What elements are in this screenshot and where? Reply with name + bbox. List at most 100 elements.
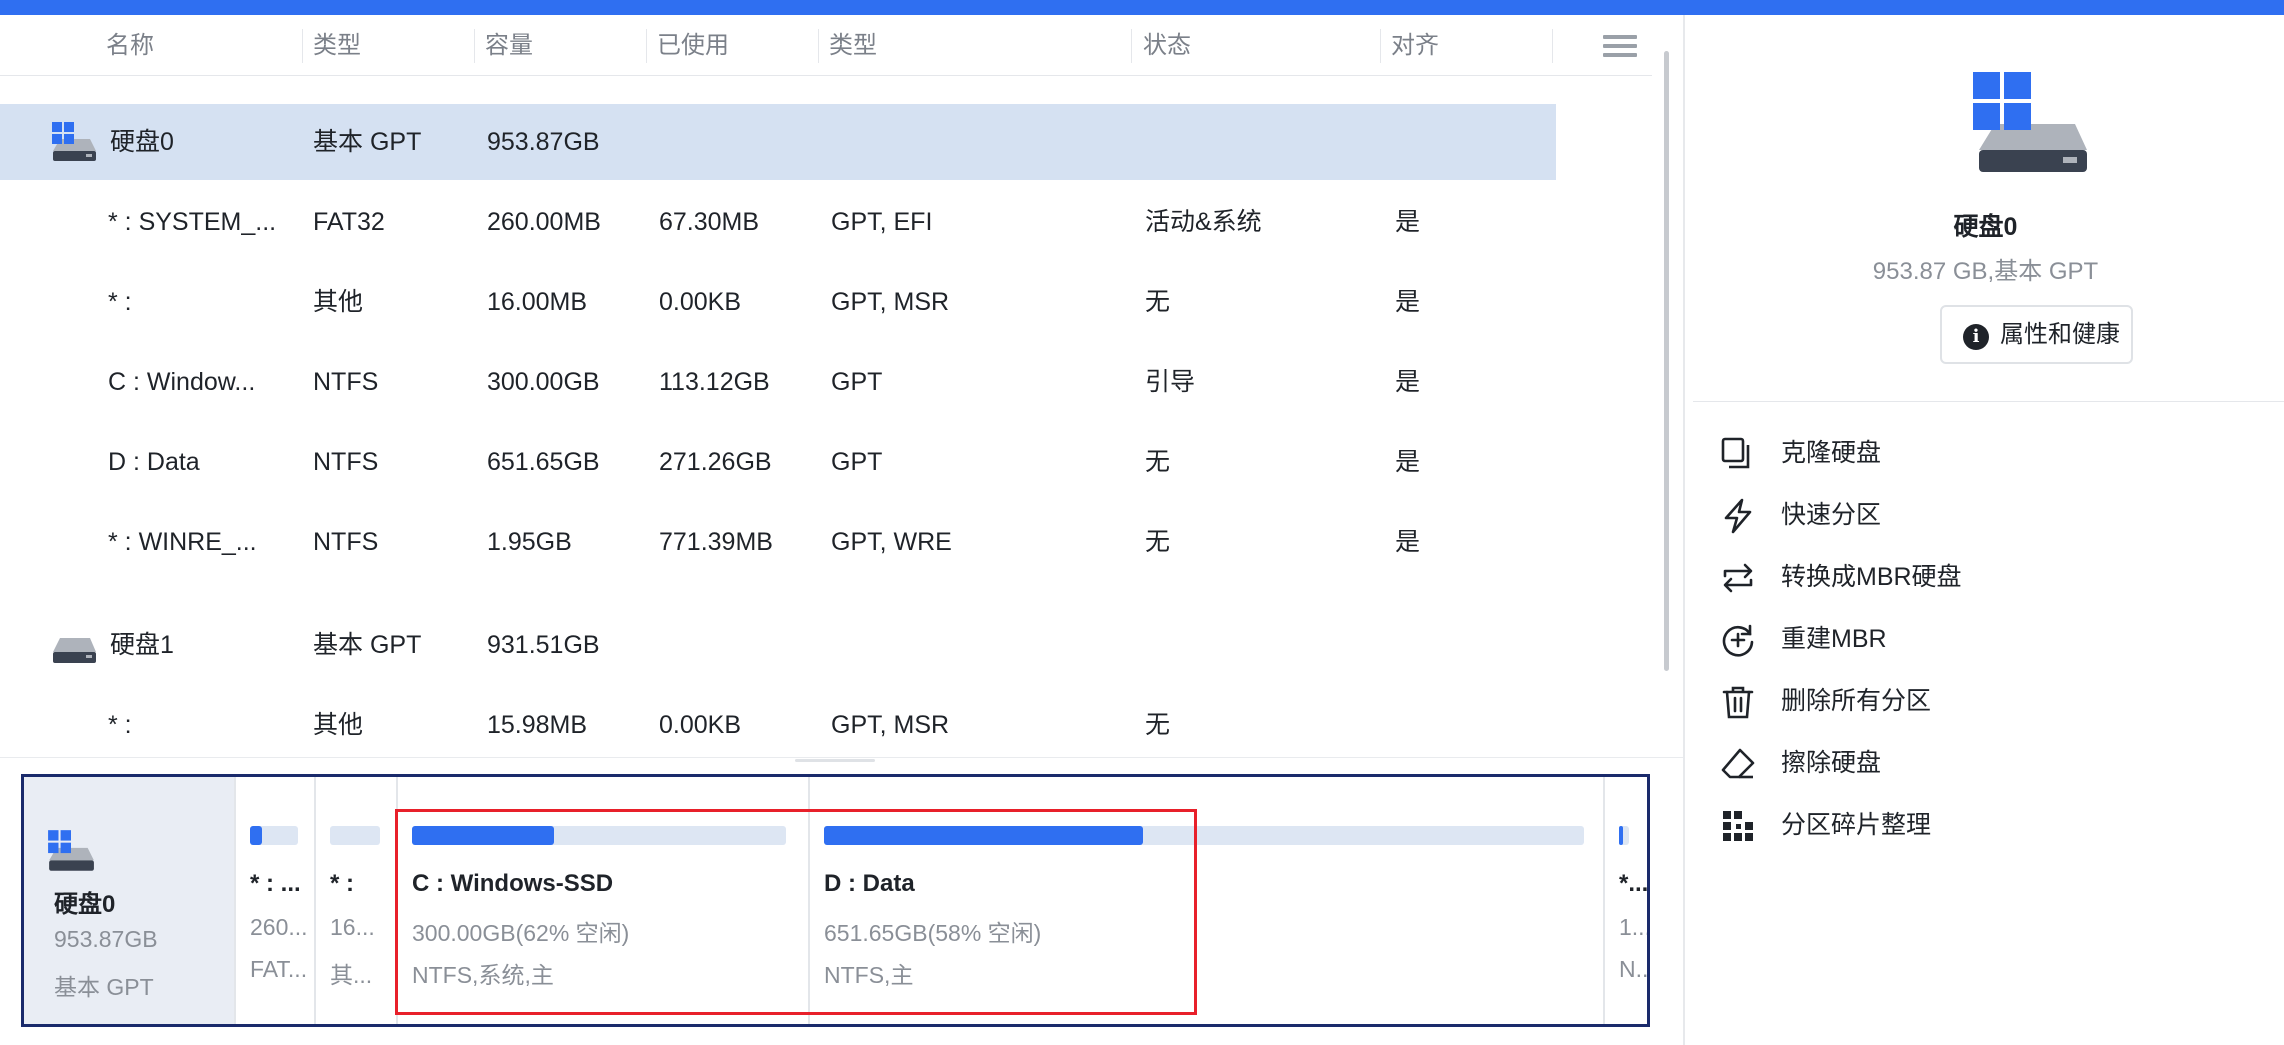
partition-name: D : Data — [824, 870, 915, 897]
row-capacity: 931.51GB — [487, 631, 600, 659]
row-capacity: 16.00MB — [487, 288, 588, 316]
column-header-partition-type[interactable]: 类型 — [829, 15, 877, 76]
column-header-capacity[interactable]: 容量 — [485, 15, 533, 76]
disk-map-disk-type: 基本 GPT — [54, 974, 154, 1000]
column-header-type[interactable]: 类型 — [313, 15, 361, 76]
table-row[interactable]: * : 其他 15.98MB 0.00KB GPT, MSR 无 — [0, 687, 1556, 763]
usage-bar — [330, 826, 380, 845]
row-status: 活动&系统 — [1145, 208, 1262, 236]
action-label: 擦除硬盘 — [1781, 749, 1882, 777]
partition-name: *... — [1619, 870, 1647, 897]
usage-bar — [824, 826, 1584, 845]
info-icon: i — [1963, 324, 1989, 350]
vertical-scrollbar[interactable] — [1664, 51, 1669, 671]
partition-size: 260... — [250, 914, 308, 940]
action-label: 分区碎片整理 — [1781, 811, 1932, 839]
disk-map-partition[interactable]: * : ... 260... FAT... — [234, 777, 314, 1024]
disk-map-partition-c[interactable]: C : Windows-SSD 300.00GB(62% 空闲) NTFS,系统… — [396, 777, 808, 1024]
row-type: 其他 — [313, 711, 364, 739]
disk-map-partition-d[interactable]: D : Data 651.65GB(58% 空闲) NTFS,主 — [808, 777, 1603, 1024]
column-divider[interactable] — [302, 29, 303, 63]
usage-bar-fill — [250, 826, 263, 845]
table-row-disk-1[interactable]: 硬盘1 基本 GPT 931.51GB — [0, 607, 1556, 683]
table-row[interactable]: * : SYSTEM_... FAT32 260.00MB 67.30MB GP… — [0, 184, 1556, 260]
row-used: 67.30MB — [659, 208, 760, 236]
disk-map-partition[interactable]: * : 16... 其... — [314, 777, 396, 1024]
row-type: NTFS — [313, 528, 379, 556]
row-used: 271.26GB — [659, 448, 772, 476]
row-alignment: 是 — [1395, 368, 1421, 396]
column-settings-menu-icon[interactable] — [1603, 35, 1637, 61]
usage-bar-fill — [824, 826, 1144, 845]
row-capacity: 260.00MB — [487, 208, 601, 236]
table-row[interactable]: * : 其他 16.00MB 0.00KB GPT, MSR 无 是 — [0, 264, 1556, 340]
partition-name: * : ... — [250, 870, 301, 897]
column-divider[interactable] — [1552, 29, 1553, 63]
table-row[interactable]: D : Data NTFS 651.65GB 271.26GB GPT 无 是 — [0, 424, 1556, 500]
action-label: 重建MBR — [1781, 625, 1887, 653]
row-partition-type: GPT, MSR — [831, 711, 950, 739]
column-header-used[interactable]: 已使用 — [657, 15, 729, 76]
table-row[interactable]: * : WINRE_... NTFS 1.95GB 771.39MB GPT, … — [0, 504, 1556, 580]
row-type: NTFS — [313, 368, 379, 396]
row-used: 0.00KB — [659, 711, 742, 739]
disk-map-disk-card[interactable]: 硬盘0 953.87GB 基本 GPT — [24, 777, 234, 1024]
disk-map-partition[interactable]: *... 1... N... — [1603, 777, 1647, 1024]
row-type: FAT32 — [313, 208, 385, 236]
action-label: 转换成MBR硬盘 — [1781, 563, 1962, 591]
partition-fs: 其... — [330, 962, 373, 988]
row-partition-type: GPT, MSR — [831, 288, 950, 316]
row-capacity: 953.87GB — [487, 128, 600, 156]
clone-disk-icon — [1721, 437, 1750, 469]
row-name: * : SYSTEM_... — [108, 208, 277, 236]
usage-bar — [250, 826, 298, 845]
disk-icon — [53, 638, 96, 663]
properties-health-button[interactable]: i 属性和健康 — [1940, 305, 2133, 364]
row-partition-type: GPT — [831, 368, 883, 396]
row-type: 其他 — [313, 288, 364, 316]
table-row[interactable]: C : Window... NTFS 300.00GB 113.12GB GPT… — [0, 344, 1556, 420]
row-partition-type: GPT, EFI — [831, 208, 933, 236]
column-divider[interactable] — [1380, 29, 1381, 63]
row-capacity: 1.95GB — [487, 528, 572, 556]
column-divider[interactable] — [646, 29, 647, 63]
row-alignment: 是 — [1395, 528, 1421, 556]
partition-name: C : Windows-SSD — [412, 870, 614, 897]
disk-layout-map: 硬盘0 953.87GB 基本 GPT * : ... 260... FAT..… — [21, 774, 1650, 1027]
trash-icon — [1722, 686, 1754, 719]
windows-disk-icon — [52, 122, 96, 161]
row-type: 基本 GPT — [313, 128, 422, 156]
row-status: 无 — [1145, 448, 1171, 476]
partition-size: 300.00GB(62% 空闲) — [412, 920, 630, 946]
splitter-handle[interactable] — [795, 759, 875, 762]
table-row-disk-0[interactable]: 硬盘0 基本 GPT 953.87GB — [0, 104, 1556, 180]
eraser-icon — [1721, 748, 1755, 779]
windows-disk-icon — [1973, 72, 2087, 172]
partition-fs: NTFS,系统,主 — [412, 962, 554, 988]
selected-disk-title: 硬盘0 — [1953, 213, 2018, 241]
wipe-disk-action[interactable]: 擦除硬盘 — [1685, 732, 2284, 794]
column-divider[interactable] — [474, 29, 475, 63]
partition-fs: N... — [1619, 956, 1647, 982]
panel-splitter[interactable] — [0, 757, 1683, 758]
quick-partition-action[interactable]: 快速分区 — [1685, 484, 2284, 546]
row-partition-type: GPT — [831, 448, 883, 476]
row-name: * : — [108, 288, 132, 316]
usage-bar — [412, 826, 786, 845]
rebuild-mbr-action[interactable]: 重建MBR — [1685, 608, 2284, 670]
row-capacity: 15.98MB — [487, 711, 588, 739]
defrag-dots-icon — [1723, 811, 1753, 841]
disk-map-disk-size: 953.87GB — [54, 926, 158, 952]
disk-map-disk-name: 硬盘0 — [54, 891, 116, 918]
column-divider[interactable] — [818, 29, 819, 63]
column-divider[interactable] — [1131, 29, 1132, 63]
column-header-name[interactable]: 名称 — [106, 15, 154, 76]
row-status: 无 — [1145, 288, 1171, 316]
defragment-action[interactable]: 分区碎片整理 — [1685, 794, 2284, 856]
table-header: 名称 类型 容量 已使用 类型 状态 对齐 — [0, 15, 1652, 76]
column-header-status[interactable]: 状态 — [1143, 15, 1191, 76]
clone-disk-action[interactable]: 克隆硬盘 — [1685, 422, 2284, 484]
column-header-alignment[interactable]: 对齐 — [1391, 15, 1439, 76]
convert-mbr-action[interactable]: 转换成MBR硬盘 — [1685, 546, 2284, 608]
delete-all-partitions-action[interactable]: 删除所有分区 — [1685, 670, 2284, 732]
